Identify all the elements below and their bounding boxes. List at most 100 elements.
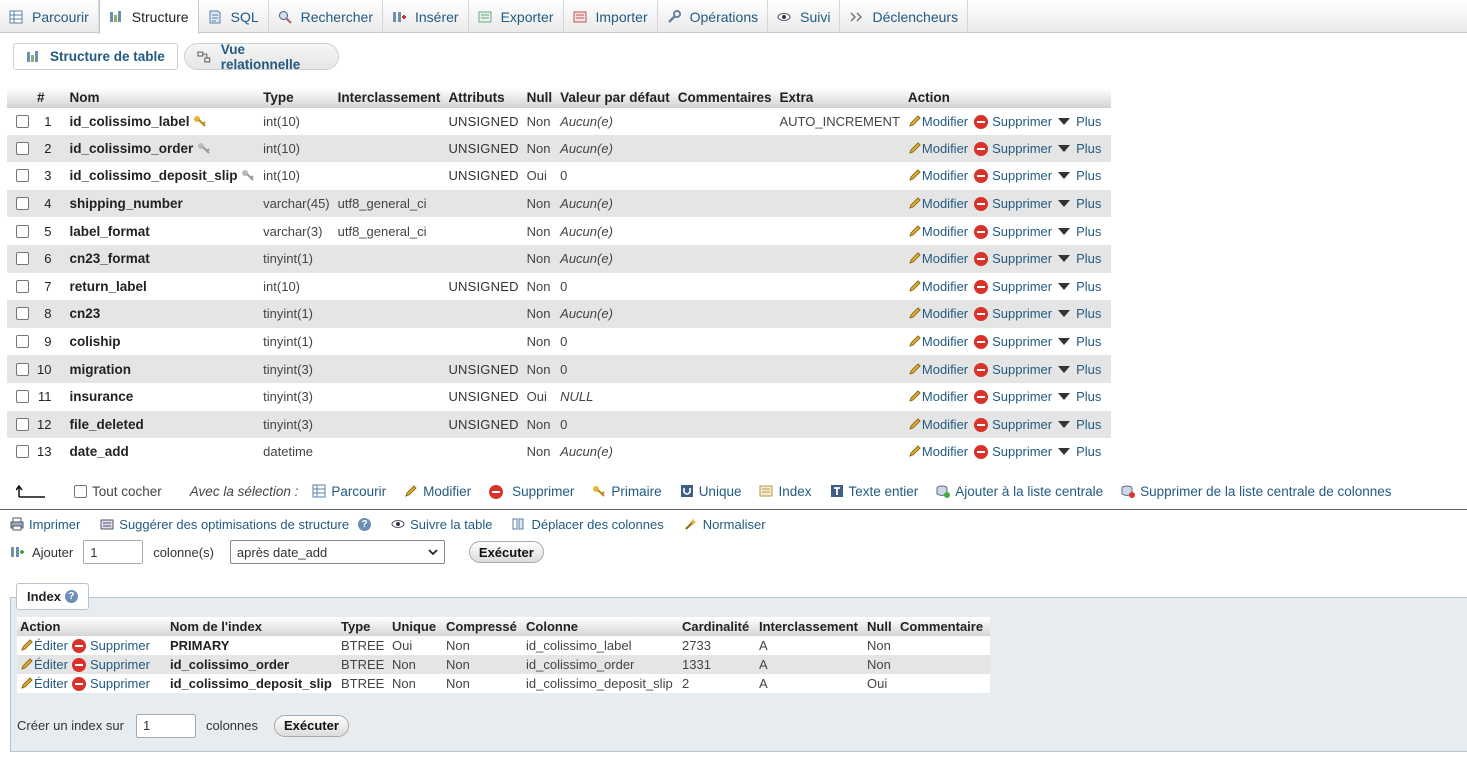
field-name[interactable]: shipping_number (69, 196, 182, 211)
col-header[interactable]: Interclassement (333, 88, 445, 108)
field-name[interactable]: coliship (69, 334, 120, 349)
tab-browse[interactable]: Parcourir (0, 0, 99, 33)
delete-link[interactable]: Supprimer (974, 196, 1052, 212)
delete-link[interactable]: Supprimer (974, 141, 1052, 156)
field-name[interactable]: id_colissimo_order (69, 141, 193, 156)
help-icon[interactable]: ? (358, 517, 372, 531)
add-position-select[interactable]: après date_add (229, 540, 445, 564)
selection-action-unique[interactable]: Unique (680, 484, 741, 499)
delete-link[interactable]: Supprimer (974, 168, 1052, 184)
edit-link[interactable]: Modifier (908, 334, 968, 349)
row-checkbox[interactable] (16, 279, 29, 293)
tab-structure[interactable]: Structure (98, 0, 199, 34)
row-checkbox[interactable] (16, 197, 29, 211)
edit-link[interactable]: Modifier (908, 362, 968, 377)
index-delete-link[interactable]: Supprimer (71, 657, 150, 672)
more-dropdown[interactable]: Plus (1058, 224, 1101, 239)
more-dropdown[interactable]: Plus (1058, 389, 1101, 404)
col-header[interactable]: # (33, 88, 66, 108)
add-submit-button[interactable]: Exécuter (468, 541, 544, 563)
edit-link[interactable]: Modifier (908, 224, 968, 239)
selection-action-remove-central[interactable]: Supprimer de la liste centrale de colonn… (1121, 484, 1392, 499)
tool-move-columns[interactable]: Déplacer des colonnes (512, 517, 664, 532)
col-header[interactable]: Null (522, 88, 557, 108)
selection-action-add-central[interactable]: Ajouter à la liste centrale (936, 484, 1103, 499)
field-name[interactable]: return_label (69, 279, 146, 294)
field-name[interactable]: cn23 (69, 306, 100, 321)
col-header[interactable]: Nom (65, 88, 260, 108)
more-dropdown[interactable]: Plus (1058, 279, 1101, 294)
row-checkbox[interactable] (16, 224, 29, 238)
tab-trigger[interactable]: Déclencheurs (840, 0, 969, 33)
delete-link[interactable]: Supprimer (974, 251, 1052, 267)
delete-link[interactable]: Supprimer (974, 114, 1052, 129)
row-checkbox[interactable] (16, 307, 29, 321)
tab-eye[interactable]: Suivi (768, 0, 841, 33)
tool-print[interactable]: Imprimer (10, 517, 80, 532)
more-dropdown[interactable]: Plus (1058, 362, 1101, 377)
create-index-count-input[interactable]: 1 (135, 713, 196, 738)
row-checkbox[interactable] (16, 252, 29, 266)
delete-link[interactable]: Supprimer (974, 362, 1052, 377)
index-delete-link[interactable]: Supprimer (71, 676, 150, 691)
subtab-relation-view[interactable]: Vue relationnelle (184, 42, 339, 72)
row-checkbox[interactable] (16, 362, 29, 376)
row-checkbox[interactable] (16, 390, 29, 404)
tab-sql[interactable]: SQL (199, 0, 269, 33)
field-name[interactable]: insurance (69, 389, 133, 404)
delete-link[interactable]: Supprimer (974, 389, 1052, 405)
row-checkbox[interactable] (16, 141, 29, 155)
tool-optimize[interactable]: Suggérer des optimisations de structure? (100, 517, 372, 532)
selection-action-index[interactable]: Index (759, 484, 812, 499)
edit-link[interactable]: Modifier (908, 141, 968, 156)
help-icon[interactable]: ? (64, 590, 78, 603)
more-dropdown[interactable]: Plus (1058, 444, 1101, 459)
delete-link[interactable]: Supprimer (974, 444, 1052, 460)
col-header[interactable]: Extra (775, 88, 904, 108)
field-name[interactable]: file_deleted (69, 417, 143, 432)
edit-link[interactable]: Modifier (908, 168, 968, 183)
index-delete-link[interactable]: Supprimer (71, 638, 150, 653)
col-header[interactable]: Action (903, 88, 1112, 108)
edit-link[interactable]: Modifier (908, 114, 968, 129)
tab-search[interactable]: Rechercher (269, 0, 383, 33)
field-name[interactable]: id_colissimo_label (69, 114, 189, 129)
add-count-input[interactable]: 1 (83, 540, 144, 564)
index-edit-link[interactable]: Éditer (20, 676, 68, 691)
delete-link[interactable]: Supprimer (974, 417, 1052, 432)
field-name[interactable]: label_format (69, 224, 149, 239)
row-checkbox[interactable] (16, 445, 29, 459)
tab-import[interactable]: Importer (564, 0, 658, 33)
col-header[interactable]: Commentaires (673, 88, 776, 108)
tab-export[interactable]: Exporter (469, 0, 564, 33)
selection-action-browse[interactable]: Parcourir (312, 484, 386, 499)
more-dropdown[interactable]: Plus (1058, 417, 1101, 432)
row-checkbox[interactable] (16, 417, 29, 431)
field-name[interactable]: id_colissimo_deposit_slip (69, 168, 237, 183)
field-name[interactable]: migration (69, 362, 131, 377)
index-edit-link[interactable]: Éditer (20, 638, 68, 653)
subtab-table-structure[interactable]: Structure de table (13, 43, 178, 70)
edit-link[interactable]: Modifier (908, 389, 968, 404)
tool-normalize[interactable]: Normaliser (684, 517, 766, 532)
more-dropdown[interactable]: Plus (1058, 141, 1101, 156)
delete-link[interactable]: Supprimer (974, 279, 1052, 294)
tab-insert[interactable]: Insérer (383, 0, 469, 33)
selection-action-delete[interactable]: Supprimer (489, 484, 574, 499)
col-header[interactable]: Attributs (444, 88, 523, 108)
edit-link[interactable]: Modifier (908, 251, 968, 266)
selection-action-primary-key[interactable]: Primaire (592, 484, 662, 499)
check-all[interactable]: Tout cocher (74, 484, 162, 499)
field-name[interactable]: date_add (69, 444, 128, 459)
tool-eye[interactable]: Suivre la table (391, 517, 492, 532)
field-name[interactable]: cn23_format (69, 251, 149, 266)
edit-link[interactable]: Modifier (908, 279, 968, 294)
more-dropdown[interactable]: Plus (1058, 196, 1101, 211)
row-checkbox[interactable] (16, 169, 29, 183)
selection-action-pencil[interactable]: Modifier (404, 484, 471, 499)
row-checkbox[interactable] (16, 335, 29, 349)
edit-link[interactable]: Modifier (908, 417, 968, 432)
tab-wrench[interactable]: Opérations (658, 0, 769, 33)
col-header[interactable]: Valeur par défaut (556, 88, 674, 108)
delete-link[interactable]: Supprimer (974, 306, 1052, 322)
